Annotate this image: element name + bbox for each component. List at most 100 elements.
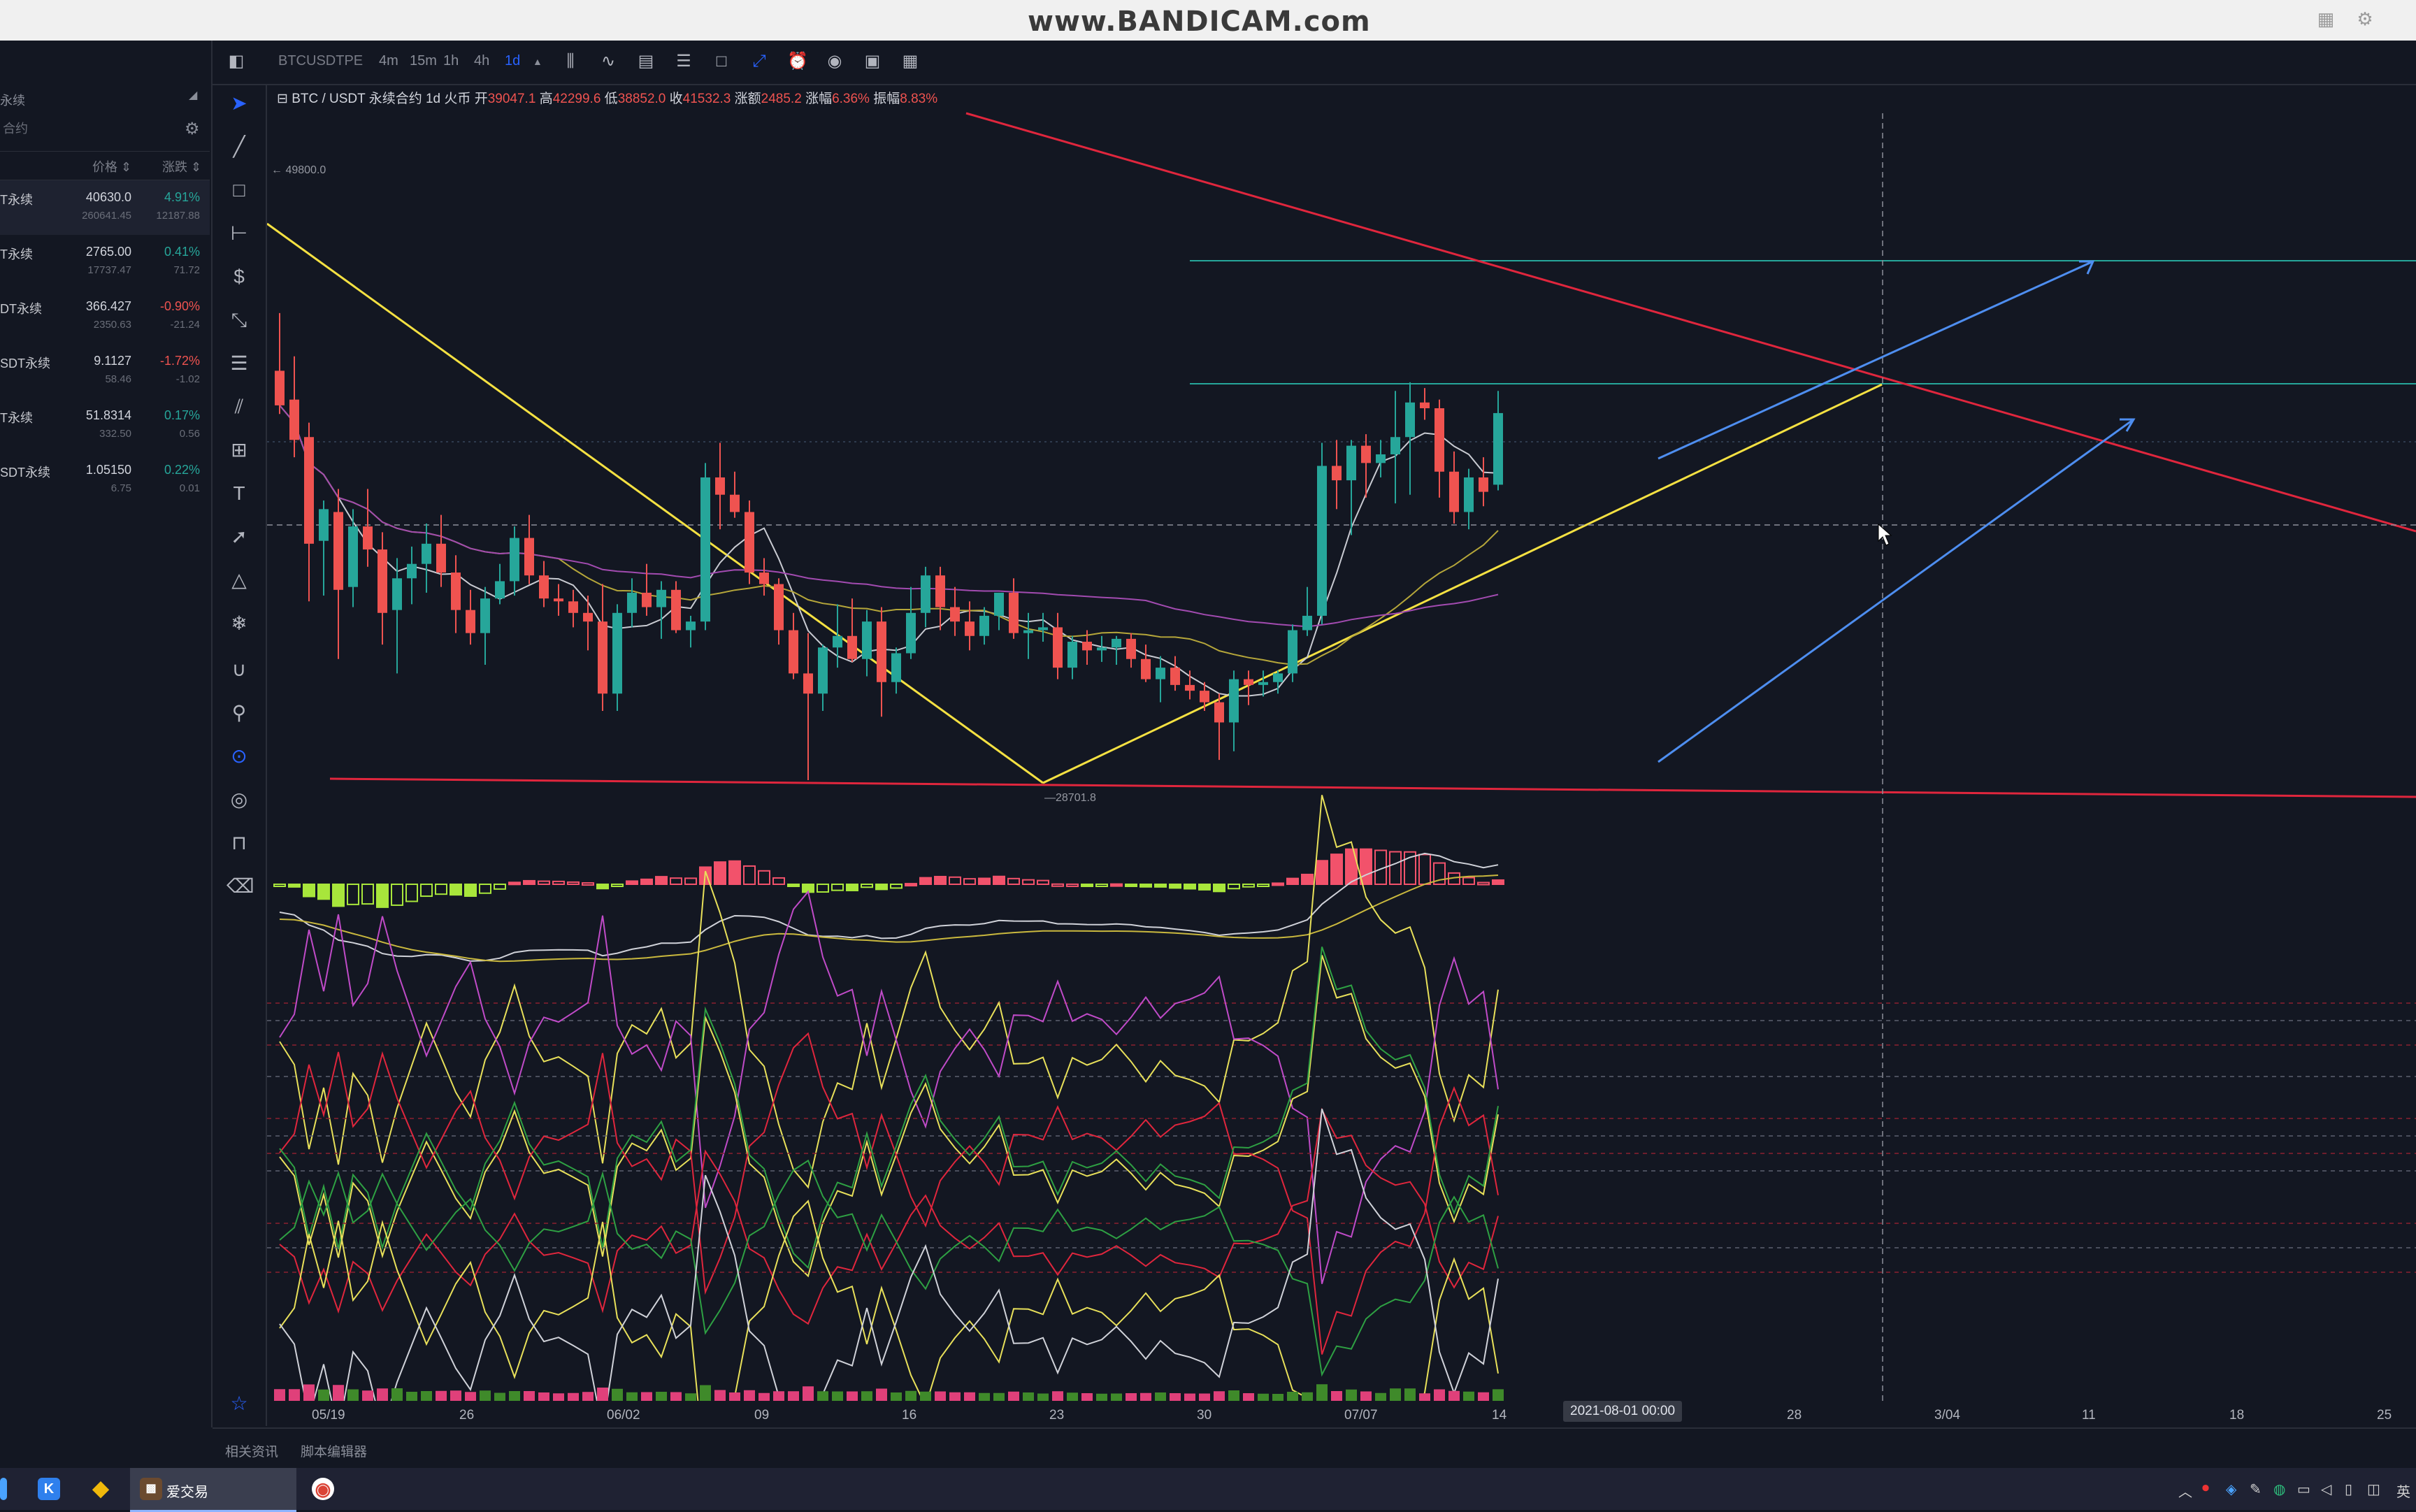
candle-body[interactable] (789, 630, 798, 674)
arrow-icon[interactable]: ➚ (226, 524, 252, 549)
ray-icon[interactable]: ⤡ (226, 308, 252, 333)
fullscreen-box-icon[interactable]: □ (712, 52, 731, 71)
triangle-icon[interactable]: △ (226, 568, 252, 593)
candle-body[interactable] (1082, 642, 1092, 651)
candle-body[interactable] (1258, 682, 1268, 685)
star-icon[interactable]: ☆ (226, 1391, 252, 1416)
template-icon[interactable]: ▤ (636, 52, 656, 71)
price-chart[interactable]: ← 49800.0 —28701.8 (267, 84, 2416, 1401)
candle-body[interactable] (1288, 630, 1297, 674)
candle-body[interactable] (1405, 402, 1415, 438)
text-icon[interactable]: T (226, 481, 252, 506)
candle-body[interactable] (745, 512, 754, 573)
settings-gear-icon[interactable]: ⚙ (185, 119, 200, 139)
candle-body[interactable] (642, 592, 652, 607)
candle-body[interactable] (1390, 437, 1400, 454)
market-row[interactable]: SDT永续 9.1127 58.46 -1.72% -1.02 (0, 344, 210, 398)
candle-body[interactable] (1038, 627, 1048, 631)
candle-body[interactable] (436, 543, 446, 573)
tray-shield-icon[interactable]: ◈ (2226, 1481, 2236, 1498)
interval-1d[interactable]: 1d (505, 53, 520, 69)
candle-body[interactable] (275, 370, 285, 405)
kuaijie-app-icon[interactable]: K (38, 1478, 60, 1500)
candle-body[interactable] (524, 538, 534, 576)
pattern-icon[interactable]: ❄ (226, 611, 252, 636)
tray-network-icon[interactable]: ▭ (2297, 1481, 2310, 1498)
candle-body[interactable] (1112, 638, 1121, 648)
market-row[interactable]: T永续 51.8314 332.50 0.17% 0.56 (0, 398, 210, 453)
measure-icon[interactable]: ⚲ (226, 700, 252, 726)
yellow-line-down[interactable] (267, 222, 1044, 784)
candle-body[interactable] (1464, 477, 1474, 512)
tray-language[interactable]: 英 (2396, 1481, 2410, 1501)
candle-body[interactable] (1493, 412, 1503, 485)
candle-body[interactable] (1185, 684, 1195, 691)
candle-body[interactable] (700, 477, 710, 622)
candle-body[interactable] (759, 573, 769, 584)
candle-body[interactable] (715, 477, 725, 495)
candle-body[interactable] (451, 573, 461, 610)
candle-body[interactable] (289, 399, 299, 440)
candle-body[interactable] (935, 575, 945, 607)
candle-body[interactable] (1097, 647, 1107, 651)
candle-body[interactable] (495, 581, 505, 599)
candle-body[interactable] (1479, 477, 1488, 492)
taskbar-app-aijiaoyi[interactable]: ▩ 爱交易 (130, 1468, 296, 1512)
candle-body[interactable] (466, 610, 475, 633)
candle-body[interactable] (1361, 445, 1371, 463)
eraser-icon[interactable]: ⌫ (226, 874, 254, 899)
horizontal-range-icon[interactable]: ⊢ (226, 221, 252, 246)
candle-body[interactable] (921, 575, 930, 613)
interval-caret-icon[interactable]: ▲ (533, 56, 542, 67)
candle-body[interactable] (539, 575, 549, 599)
candle-body[interactable] (906, 612, 916, 654)
candle-body[interactable] (554, 598, 563, 602)
candle-body[interactable] (1273, 673, 1283, 682)
market-row[interactable]: DT永续 366.427 2350.63 -0.90% -21.24 (0, 289, 210, 344)
candle-body[interactable] (422, 543, 431, 564)
candle-body[interactable] (627, 592, 637, 613)
candle-body[interactable] (1141, 658, 1151, 679)
pitchfork-icon[interactable]: ⫽ (226, 394, 252, 419)
gann-icon[interactable]: ⊞ (226, 438, 252, 463)
interval-1h[interactable]: 1h (443, 53, 459, 69)
crosshair-icon[interactable]: ⊙ (226, 744, 252, 769)
gear-icon[interactable]: ⚙ (2356, 10, 2374, 28)
candle-body[interactable] (774, 584, 784, 631)
tray-volume-icon[interactable]: ◁ (2321, 1481, 2331, 1498)
candle-body[interactable] (612, 612, 622, 694)
candle-body[interactable] (891, 653, 901, 682)
layout-icon[interactable]: ☰ (674, 52, 693, 71)
candle-body[interactable] (1009, 592, 1019, 633)
column-change-header[interactable]: 涨跌 ⇕ (162, 157, 201, 175)
candle-body[interactable] (363, 526, 373, 550)
red-trend-line[interactable] (965, 112, 2416, 533)
candle-body[interactable] (333, 512, 343, 590)
candle-body[interactable] (1376, 454, 1386, 463)
candle-body[interactable] (304, 437, 314, 544)
candle-body[interactable] (348, 526, 358, 587)
binance-icon[interactable]: ◆ (89, 1478, 112, 1500)
market-row[interactable]: SDT永续 1.05150 6.75 0.22% 0.01 (0, 453, 210, 507)
toggle-sidebar-icon[interactable]: ◧ (226, 52, 246, 71)
start-edge[interactable] (0, 1478, 7, 1500)
grid-icon[interactable]: ▦ (2317, 10, 2335, 28)
candle-body[interactable] (1156, 668, 1165, 679)
tray-battery-icon[interactable]: ▯ (2345, 1481, 2352, 1498)
candle-body[interactable] (818, 647, 828, 694)
tray-wechat-icon[interactable]: ◍ (2273, 1481, 2285, 1498)
candle-body[interactable] (979, 615, 989, 636)
candle-body[interactable] (671, 589, 681, 631)
candle-body[interactable] (392, 578, 402, 610)
candle-body[interactable] (319, 509, 329, 541)
tray-chevron-icon[interactable]: ︿ (2178, 1481, 2192, 1501)
market-row[interactable]: T永续 2765.00 17737.47 0.41% 71.72 (0, 235, 210, 289)
candle-body[interactable] (833, 635, 842, 648)
candle-body[interactable] (950, 607, 960, 622)
candle-body[interactable] (480, 598, 490, 633)
rectangle-icon[interactable]: □ (226, 178, 252, 203)
alarm-clock-icon[interactable]: ⏰ (787, 52, 808, 71)
eye-icon[interactable]: ◎ (226, 787, 252, 812)
candle-body[interactable] (1023, 630, 1033, 633)
market-row[interactable]: T永续 40630.0 260641.45 4.91% 12187.88 (0, 180, 210, 235)
